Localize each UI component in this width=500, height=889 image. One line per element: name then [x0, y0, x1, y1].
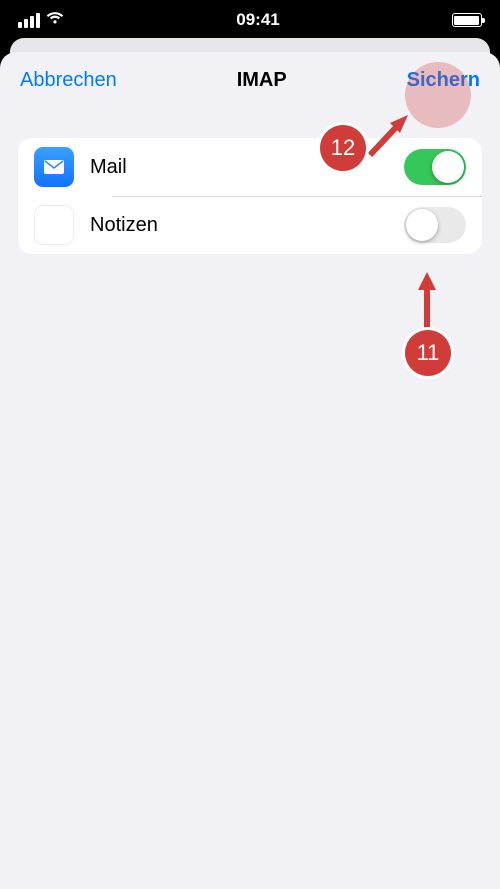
row-label-notes: Notizen	[90, 214, 388, 237]
battery-icon	[452, 13, 482, 27]
status-time: 09:41	[236, 10, 279, 30]
status-right	[452, 13, 482, 27]
notes-app-icon	[34, 205, 74, 245]
page-title: IMAP	[237, 69, 287, 92]
callout-11: 11	[405, 330, 451, 376]
callout-12: 12	[320, 125, 366, 171]
cancel-button[interactable]: Abbrechen	[20, 69, 117, 92]
status-left	[18, 11, 64, 29]
row-notes: Notizen	[18, 196, 482, 254]
modal-sheet: Abbrechen IMAP Sichern Mail Notizen	[0, 52, 500, 889]
mail-app-icon	[34, 147, 74, 187]
cellular-signal-icon	[18, 13, 40, 28]
toggle-notes[interactable]	[404, 207, 466, 243]
status-bar: 09:41	[0, 0, 500, 40]
arrow-12-icon	[360, 105, 420, 165]
wifi-icon	[46, 11, 64, 29]
